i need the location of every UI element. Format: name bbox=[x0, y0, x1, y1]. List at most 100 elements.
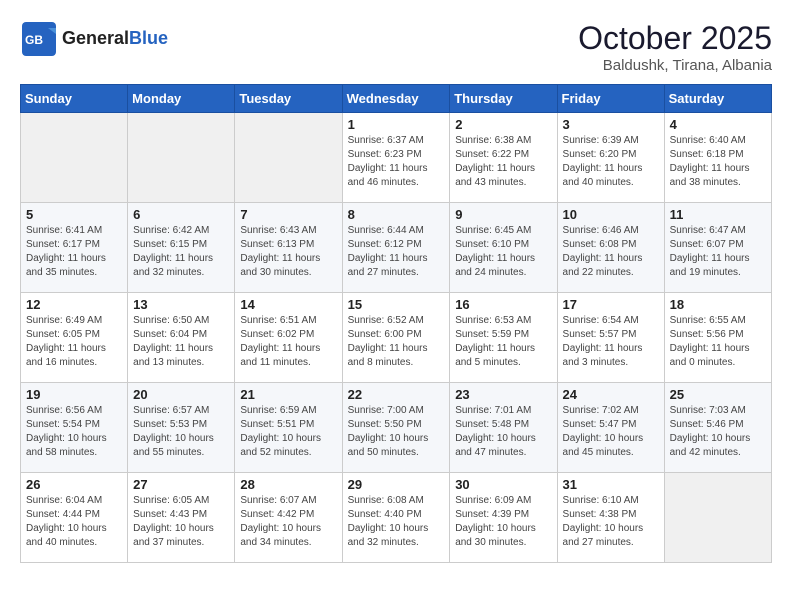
calendar-cell: 19 Sunrise: 6:56 AM Sunset: 5:54 PM Dayli… bbox=[21, 383, 128, 473]
day-number: 29 bbox=[348, 477, 445, 492]
day-info: Sunrise: 6:45 AM Sunset: 6:10 PM Dayligh… bbox=[455, 224, 551, 280]
weekday-header-saturday: Saturday bbox=[664, 85, 771, 113]
day-info: Sunrise: 6:10 AM Sunset: 4:38 PM Dayligh… bbox=[563, 494, 659, 550]
day-info: Sunrise: 6:44 AM Sunset: 6:12 PM Dayligh… bbox=[348, 224, 445, 280]
calendar-cell: 5 Sunrise: 6:41 AM Sunset: 6:17 PM Daylig… bbox=[21, 203, 128, 293]
svg-text:GB: GB bbox=[25, 33, 43, 47]
day-number: 21 bbox=[240, 387, 336, 402]
day-info: Sunrise: 6:05 AM Sunset: 4:43 PM Dayligh… bbox=[133, 494, 229, 550]
day-info: Sunrise: 6:43 AM Sunset: 6:13 PM Dayligh… bbox=[240, 224, 336, 280]
calendar-cell: 13 Sunrise: 6:50 AM Sunset: 6:04 PM Dayli… bbox=[128, 293, 235, 383]
day-info: Sunrise: 6:50 AM Sunset: 6:04 PM Dayligh… bbox=[133, 314, 229, 370]
week-row-4: 19 Sunrise: 6:56 AM Sunset: 5:54 PM Dayli… bbox=[21, 383, 772, 473]
day-number: 10 bbox=[563, 207, 659, 222]
day-number: 24 bbox=[563, 387, 659, 402]
day-info: Sunrise: 7:01 AM Sunset: 5:48 PM Dayligh… bbox=[455, 404, 551, 460]
logo-general: General bbox=[62, 28, 129, 48]
calendar-cell: 17 Sunrise: 6:54 AM Sunset: 5:57 PM Dayli… bbox=[557, 293, 664, 383]
calendar-cell: 10Sunrise: 6:46 AM Sunset: 6:08 PM Dayli… bbox=[557, 203, 664, 293]
page-header: GB GeneralBlue October 2025 Baldushk, Ti… bbox=[20, 20, 772, 74]
calendar-cell: 22 Sunrise: 7:00 AM Sunset: 5:50 PM Dayli… bbox=[342, 383, 450, 473]
weekday-header-row: SundayMondayTuesdayWednesdayThursdayFrid… bbox=[21, 85, 772, 113]
title-area: October 2025 Baldushk, Tirana, Albania bbox=[578, 20, 772, 74]
calendar-cell: 30Sunrise: 6:09 AM Sunset: 4:39 PM Dayli… bbox=[450, 473, 557, 563]
calendar-cell: 15Sunrise: 6:52 AM Sunset: 6:00 PM Dayli… bbox=[342, 293, 450, 383]
weekday-header-sunday: Sunday bbox=[21, 85, 128, 113]
day-number: 6 bbox=[133, 207, 229, 222]
calendar-cell: 25 Sunrise: 7:03 AM Sunset: 5:46 PM Dayli… bbox=[664, 383, 771, 473]
calendar-cell bbox=[21, 113, 128, 203]
day-number: 12 bbox=[26, 297, 122, 312]
day-number: 18 bbox=[670, 297, 766, 312]
calendar-cell bbox=[235, 113, 342, 203]
day-number: 30 bbox=[455, 477, 551, 492]
calendar-cell: 11 Sunrise: 6:47 AM Sunset: 6:07 PM Dayli… bbox=[664, 203, 771, 293]
day-number: 13 bbox=[133, 297, 229, 312]
weekday-header-tuesday: Tuesday bbox=[235, 85, 342, 113]
calendar-cell: 31 Sunrise: 6:10 AM Sunset: 4:38 PM Dayli… bbox=[557, 473, 664, 563]
day-info: Sunrise: 6:07 AM Sunset: 4:42 PM Dayligh… bbox=[240, 494, 336, 550]
location-title: Baldushk, Tirana, Albania bbox=[578, 57, 772, 74]
day-number: 28 bbox=[240, 477, 336, 492]
day-info: Sunrise: 6:40 AM Sunset: 6:18 PM Dayligh… bbox=[670, 134, 766, 190]
day-info: Sunrise: 6:37 AM Sunset: 6:23 PM Dayligh… bbox=[348, 134, 445, 190]
day-info: Sunrise: 6:55 AM Sunset: 5:56 PM Dayligh… bbox=[670, 314, 766, 370]
day-info: Sunrise: 7:00 AM Sunset: 5:50 PM Dayligh… bbox=[348, 404, 445, 460]
day-info: Sunrise: 6:49 AM Sunset: 6:05 PM Dayligh… bbox=[26, 314, 122, 370]
day-info: Sunrise: 6:56 AM Sunset: 5:54 PM Dayligh… bbox=[26, 404, 122, 460]
day-info: Sunrise: 6:54 AM Sunset: 5:57 PM Dayligh… bbox=[563, 314, 659, 370]
calendar-cell: 9 Sunrise: 6:45 AM Sunset: 6:10 PM Daylig… bbox=[450, 203, 557, 293]
logo-icon: GB bbox=[20, 20, 58, 58]
day-number: 11 bbox=[670, 207, 766, 222]
day-number: 19 bbox=[26, 387, 122, 402]
calendar-cell bbox=[664, 473, 771, 563]
calendar-cell: 4 Sunrise: 6:40 AM Sunset: 6:18 PM Daylig… bbox=[664, 113, 771, 203]
calendar-cell: 21 Sunrise: 6:59 AM Sunset: 5:51 PM Dayli… bbox=[235, 383, 342, 473]
calendar-cell: 8 Sunrise: 6:44 AM Sunset: 6:12 PM Daylig… bbox=[342, 203, 450, 293]
day-number: 4 bbox=[670, 117, 766, 132]
calendar-cell: 29 Sunrise: 6:08 AM Sunset: 4:40 PM Dayli… bbox=[342, 473, 450, 563]
day-info: Sunrise: 6:38 AM Sunset: 6:22 PM Dayligh… bbox=[455, 134, 551, 190]
calendar-cell: 3 Sunrise: 6:39 AM Sunset: 6:20 PM Daylig… bbox=[557, 113, 664, 203]
weekday-header-monday: Monday bbox=[128, 85, 235, 113]
day-info: Sunrise: 6:08 AM Sunset: 4:40 PM Dayligh… bbox=[348, 494, 445, 550]
day-number: 22 bbox=[348, 387, 445, 402]
day-number: 3 bbox=[563, 117, 659, 132]
day-number: 17 bbox=[563, 297, 659, 312]
day-info: Sunrise: 6:57 AM Sunset: 5:53 PM Dayligh… bbox=[133, 404, 229, 460]
day-number: 14 bbox=[240, 297, 336, 312]
day-number: 8 bbox=[348, 207, 445, 222]
calendar-table: SundayMondayTuesdayWednesdayThursdayFrid… bbox=[20, 84, 772, 563]
day-info: Sunrise: 6:51 AM Sunset: 6:02 PM Dayligh… bbox=[240, 314, 336, 370]
calendar-cell: 7 Sunrise: 6:43 AM Sunset: 6:13 PM Daylig… bbox=[235, 203, 342, 293]
day-info: Sunrise: 6:59 AM Sunset: 5:51 PM Dayligh… bbox=[240, 404, 336, 460]
weekday-header-friday: Friday bbox=[557, 85, 664, 113]
day-info: Sunrise: 6:41 AM Sunset: 6:17 PM Dayligh… bbox=[26, 224, 122, 280]
day-number: 25 bbox=[670, 387, 766, 402]
calendar-cell: 2 Sunrise: 6:38 AM Sunset: 6:22 PM Daylig… bbox=[450, 113, 557, 203]
calendar-cell: 14 Sunrise: 6:51 AM Sunset: 6:02 PM Dayli… bbox=[235, 293, 342, 383]
month-title: October 2025 bbox=[578, 20, 772, 57]
day-number: 9 bbox=[455, 207, 551, 222]
day-number: 31 bbox=[563, 477, 659, 492]
logo: GB GeneralBlue bbox=[20, 20, 168, 58]
day-number: 7 bbox=[240, 207, 336, 222]
day-number: 20 bbox=[133, 387, 229, 402]
calendar-cell: 16Sunrise: 6:53 AM Sunset: 5:59 PM Dayli… bbox=[450, 293, 557, 383]
calendar-cell: 12 Sunrise: 6:49 AM Sunset: 6:05 PM Dayli… bbox=[21, 293, 128, 383]
week-row-2: 5 Sunrise: 6:41 AM Sunset: 6:17 PM Daylig… bbox=[21, 203, 772, 293]
calendar-cell: 23Sunrise: 7:01 AM Sunset: 5:48 PM Dayli… bbox=[450, 383, 557, 473]
calendar-cell: 6 Sunrise: 6:42 AM Sunset: 6:15 PM Daylig… bbox=[128, 203, 235, 293]
day-info: Sunrise: 6:53 AM Sunset: 5:59 PM Dayligh… bbox=[455, 314, 551, 370]
day-number: 2 bbox=[455, 117, 551, 132]
day-info: Sunrise: 6:04 AM Sunset: 4:44 PM Dayligh… bbox=[26, 494, 122, 550]
logo-blue: Blue bbox=[129, 28, 168, 48]
week-row-1: 1Sunrise: 6:37 AM Sunset: 6:23 PM Daylig… bbox=[21, 113, 772, 203]
day-number: 26 bbox=[26, 477, 122, 492]
day-info: Sunrise: 6:42 AM Sunset: 6:15 PM Dayligh… bbox=[133, 224, 229, 280]
day-info: Sunrise: 6:39 AM Sunset: 6:20 PM Dayligh… bbox=[563, 134, 659, 190]
day-info: Sunrise: 6:52 AM Sunset: 6:00 PM Dayligh… bbox=[348, 314, 445, 370]
day-info: Sunrise: 6:47 AM Sunset: 6:07 PM Dayligh… bbox=[670, 224, 766, 280]
day-number: 5 bbox=[26, 207, 122, 222]
day-info: Sunrise: 7:03 AM Sunset: 5:46 PM Dayligh… bbox=[670, 404, 766, 460]
